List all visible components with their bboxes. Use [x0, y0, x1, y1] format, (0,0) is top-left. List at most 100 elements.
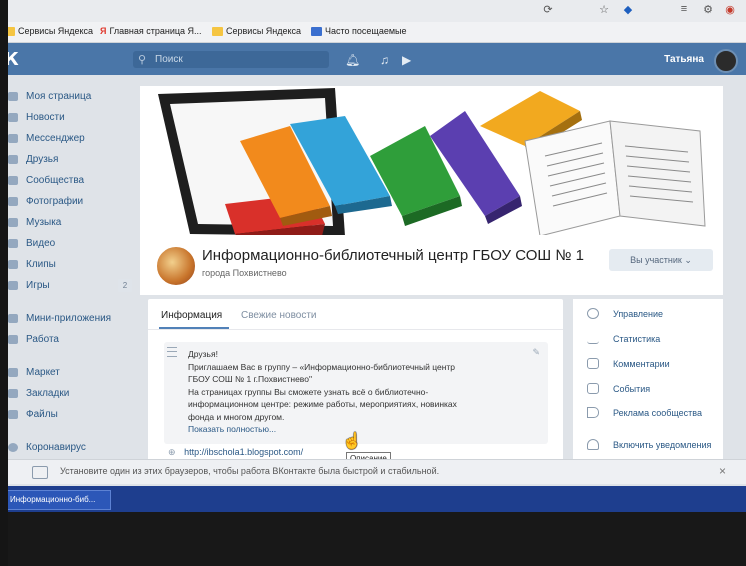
admin-item-events[interactable]: События	[613, 384, 650, 394]
browser-toolbar: ⟳ ☆ ◆ ≡ ⚙ ◉	[0, 0, 746, 23]
taskbar-window-button[interactable]: Информационно-биб...	[6, 490, 111, 510]
group-description[interactable]: ✎ Друзья! Приглашаем Вас в группу – «Инф…	[164, 342, 548, 444]
show-more-link[interactable]: Показать полностью...	[188, 423, 538, 436]
menu-item-label: Сообщества	[26, 175, 85, 186]
member-button[interactable]: Вы участник ⌄	[609, 249, 713, 271]
menu-item-photos[interactable]: Фотографии	[0, 191, 138, 212]
group-avatar[interactable]	[155, 245, 197, 287]
website-link[interactable]: ⊕ http://ibschola1.blogspot.com/	[168, 447, 303, 458]
comment-icon	[587, 358, 599, 369]
star-bookmark-icon[interactable]: ☆	[596, 3, 612, 17]
grid-icon	[311, 26, 322, 36]
menu-item-label: Файлы	[26, 409, 58, 420]
clips-icon	[8, 260, 18, 269]
hand-cursor-icon: ☝	[342, 433, 362, 450]
browser-badge-icon[interactable]: ◉	[722, 3, 738, 17]
extension-icon[interactable]: ◆	[620, 3, 636, 17]
menu-item-label: Закладки	[26, 388, 70, 399]
admin-item-notifications[interactable]: Включить уведомления	[613, 440, 711, 450]
bookmark-item[interactable]: Часто посещаемые	[311, 26, 407, 36]
description-line: Приглашаем Вас в группу – «Информационно…	[188, 361, 456, 372]
stats-icon	[587, 333, 599, 344]
menu-item-news[interactable]: Новости	[0, 107, 138, 128]
menu-item-bookmarks[interactable]: Закладки	[0, 383, 138, 404]
folder-icon	[212, 26, 223, 36]
search-icon: ⚲	[138, 54, 147, 66]
menu-item-video[interactable]: Видео	[0, 233, 138, 254]
monitor-bezel-left	[0, 0, 8, 566]
menu-item-label: Работа	[26, 334, 59, 345]
admin-item-manage[interactable]: Управление	[613, 309, 663, 319]
menu-item-label: Маркет	[26, 367, 60, 378]
user-name[interactable]: Татьяна	[664, 54, 704, 65]
menu-item-label: Мессенджер	[26, 133, 85, 144]
menu-item-files[interactable]: Файлы	[0, 404, 138, 425]
globe-icon: ⊕	[168, 447, 176, 457]
menu-item-games[interactable]: Игры 2	[0, 275, 138, 296]
active-tab-indicator	[159, 327, 229, 329]
music-icon[interactable]: ♫	[380, 53, 389, 67]
close-icon[interactable]: ×	[719, 464, 726, 478]
info-tabs: Информация Свежие новости	[148, 299, 563, 330]
search-placeholder: Поиск	[155, 54, 183, 65]
menu-item-music[interactable]: Музыка	[0, 212, 138, 233]
bell-icon[interactable]: 🔔︎	[345, 53, 360, 67]
admin-item-stats[interactable]: Статистика	[613, 334, 660, 344]
group-title: Информационно-библиотечный центр ГБОУ СО…	[202, 247, 584, 264]
menu-item-groups[interactable]: Сообщества	[0, 170, 138, 191]
home-icon	[8, 92, 18, 101]
menu-item-label: Мини-приложения	[26, 313, 112, 324]
reload-icon[interactable]: ⟳	[540, 3, 556, 17]
menu-icon[interactable]: ≡	[676, 3, 692, 17]
vk-header: К ⚲ Поиск 🔔︎ ♫ ▶ Татьяна	[0, 43, 746, 75]
taskbar: Информационно-биб...	[0, 486, 746, 512]
tab-information[interactable]: Информация	[161, 310, 222, 321]
bookmark-label: Главная страница Я...	[109, 26, 202, 36]
menu-item-coronavirus[interactable]: Коронавирус	[0, 437, 138, 458]
description-line: На страницах группы Вы сможете узнать вс…	[188, 386, 429, 397]
shield-icon[interactable]: ⚙	[700, 3, 716, 17]
camera-icon	[8, 197, 18, 206]
video-icon	[8, 239, 18, 248]
admin-item-ads[interactable]: Реклама сообщества	[613, 408, 702, 418]
tab-fresh-news[interactable]: Свежие новости	[241, 310, 317, 321]
bookmark-item[interactable]: Я Главная страница Я...	[100, 26, 202, 36]
menu-item-clips[interactable]: Клипы	[0, 254, 138, 275]
menu-item-messenger[interactable]: Мессенджер	[0, 128, 138, 149]
menu-item-mini-apps[interactable]: Мини-приложения	[0, 308, 138, 329]
menu-item-label: Друзья	[26, 154, 59, 165]
search-input[interactable]: ⚲ Поиск	[133, 51, 329, 68]
user-icon	[8, 155, 18, 164]
left-menu: Моя страница Новости Мессенджер Друзья С…	[0, 86, 138, 458]
menu-item-label: Игры	[26, 280, 50, 291]
games-icon	[8, 281, 18, 290]
screen: ⟳ ☆ ◆ ≡ ⚙ ◉ Сервисы Яндекса Я Главная ст…	[0, 0, 746, 566]
file-icon	[8, 410, 18, 419]
news-icon	[8, 113, 18, 122]
yandex-icon: Я	[100, 26, 107, 36]
monitor-bezel	[0, 512, 746, 566]
bookmark-label: Сервисы Яндекса	[226, 26, 302, 36]
bookmarks-bar: Сервисы Яндекса Я Главная страница Я... …	[0, 22, 746, 43]
events-icon	[587, 383, 599, 394]
bookmark-item[interactable]: Сервисы Яндекса	[4, 26, 93, 36]
menu-item-market[interactable]: Маркет	[0, 362, 138, 383]
menu-item-jobs[interactable]: Работа	[0, 329, 138, 350]
group-subtitle: города Похвистнево	[202, 268, 287, 278]
description-line: Друзья!	[188, 349, 218, 359]
briefcase-icon	[8, 335, 18, 344]
bookmark-label: Сервисы Яндекса	[18, 26, 94, 36]
menu-item-my-page[interactable]: Моя страница	[0, 86, 138, 107]
avatar[interactable]	[714, 49, 738, 73]
menu-item-label: Новости	[26, 112, 65, 123]
menu-item-friends[interactable]: Друзья	[0, 149, 138, 170]
admin-item-comments[interactable]: Комментарии	[613, 359, 670, 369]
website-url: http://ibschola1.blogspot.com/	[184, 447, 304, 457]
description-icon	[167, 347, 177, 357]
play-icon[interactable]: ▶	[402, 53, 411, 67]
description-line: фонда и многом другом.	[188, 411, 285, 422]
notice-text: Установите один из этих браузеров, чтобы…	[60, 466, 440, 476]
bookmark-item[interactable]: Сервисы Яндекса	[212, 26, 301, 36]
menu-item-label: Фотографии	[26, 196, 84, 207]
bell-icon	[587, 439, 599, 450]
